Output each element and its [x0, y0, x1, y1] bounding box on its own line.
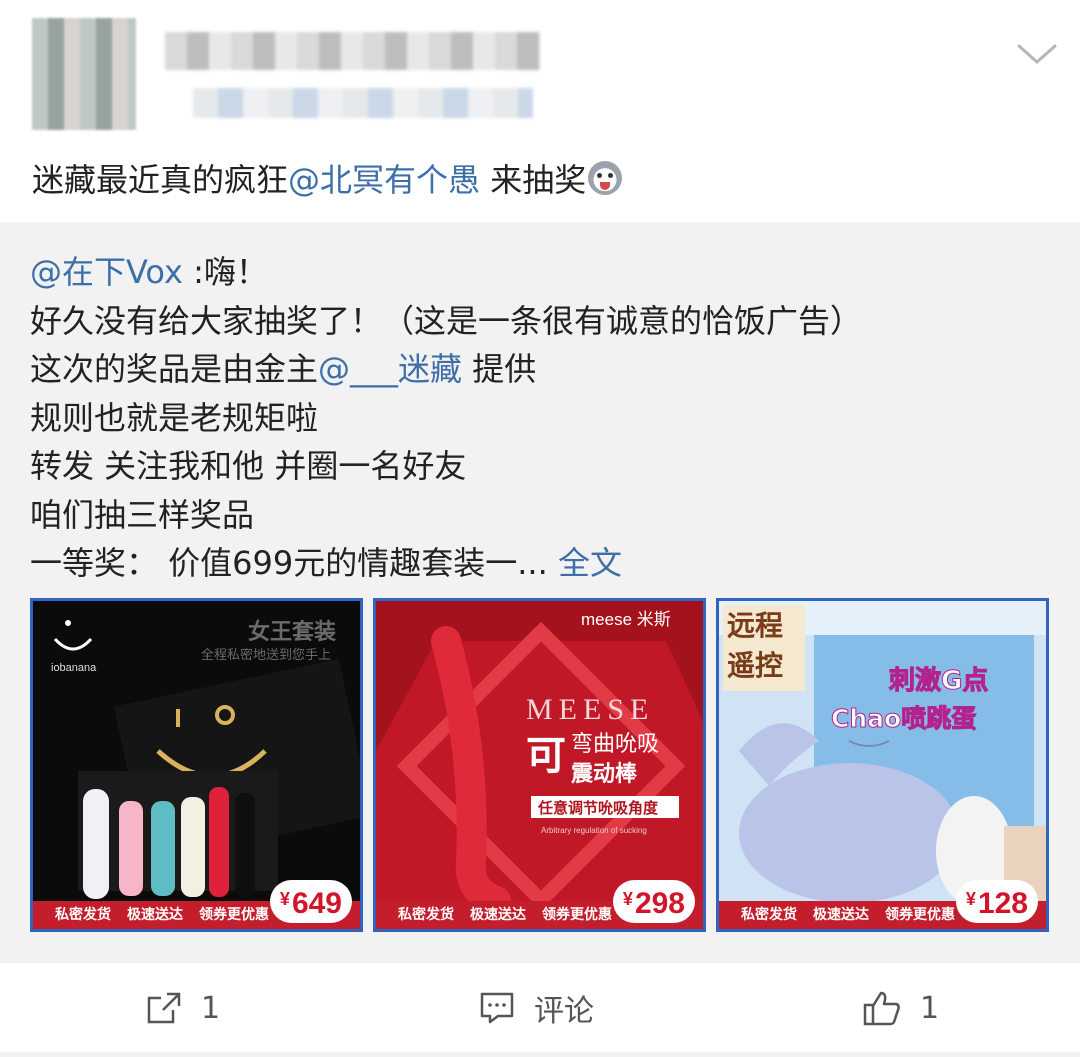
- chevron-down-icon[interactable]: [1015, 38, 1059, 68]
- repost-line-6: 咱们抽三样奖品: [30, 495, 255, 534]
- price-tag: ¥298: [612, 880, 695, 923]
- price-tag: ¥649: [269, 880, 352, 923]
- product-subtitle: 全程私密地送到您手上: [201, 647, 331, 663]
- repost-box[interactable]: @在下Vox :嗨！ 好久没有给大家抽奖了！（这是一条很有诚意的恰饭广告） 这次…: [0, 222, 1080, 962]
- post-text-tail: 来抽奖: [480, 161, 587, 199]
- sub-caption-en: Arbitrary regulation of sucking: [541, 826, 647, 835]
- repost-line-5: 转发 关注我和他 并圈一名好友: [30, 447, 467, 485]
- post-text: 迷藏最近真的疯狂@北冥有个愚 来抽奖: [32, 157, 623, 203]
- repost-line-7: 一等奖： 价值699元的情趣套装一...: [30, 544, 548, 582]
- repost-line-4: 规则也就是老规矩啦: [30, 398, 319, 437]
- action-bar: 1 评论 1: [0, 962, 1080, 1052]
- product-title: 女王套装: [248, 619, 336, 645]
- thumbs-up-icon: [863, 991, 900, 1026]
- repost-line-3-prefix: 这次的奖品是由金主: [30, 350, 319, 388]
- repost-count: 1: [201, 990, 221, 1026]
- headline-1: 刺激G点: [889, 665, 988, 696]
- like-count: 1: [920, 990, 940, 1026]
- repost-icon: [147, 992, 181, 1024]
- mention-link[interactable]: @北冥有个愚: [288, 161, 480, 199]
- brand-big: MEESE: [526, 693, 654, 726]
- expand-full-text-link[interactable]: 全文: [558, 544, 622, 582]
- repost-button[interactable]: 1: [145, 987, 220, 1029]
- sponsor-mention[interactable]: @___迷藏: [318, 350, 462, 388]
- repost-text: @在下Vox :嗨！ 好久没有给大家抽奖了！（这是一条很有诚意的恰饭广告） 这次…: [30, 248, 862, 588]
- repost-line-2: 好久没有给大家抽奖了！（这是一条很有诚意的恰饭广告）: [30, 301, 863, 340]
- product-image-2[interactable]: meese 米斯 MEESE 可 弯曲吮吸 震动棒 任意调节吮吸角度 Arbit…: [373, 598, 706, 932]
- username-blurred[interactable]: [165, 32, 540, 70]
- tag-line-2: 遥控: [727, 649, 783, 682]
- repost-line-3-suffix: 提供: [462, 350, 537, 388]
- image-grid: iobanana 女王套装 全程私密地送到您手上 私密发货 极速送达 领券更优惠 ¥…: [30, 598, 1050, 932]
- brand-label: meese 米斯: [581, 610, 671, 629]
- headline-3: 震动棒: [571, 762, 638, 787]
- headline-2: Chao喷跳蛋: [831, 704, 976, 733]
- repost-author-mention[interactable]: @在下Vox: [30, 253, 183, 291]
- tag-line-1: 远程: [727, 609, 783, 642]
- like-button[interactable]: 1: [862, 987, 939, 1029]
- product-image-1[interactable]: iobanana 女王套装 全程私密地送到您手上 私密发货 极速送达 领券更优惠 ¥…: [30, 598, 363, 932]
- repost-line-1: :嗨！: [182, 253, 268, 291]
- post-text-main: 迷藏最近真的疯狂: [32, 161, 289, 199]
- comment-label: 评论: [534, 994, 594, 1029]
- brand-label: iobanana: [51, 662, 97, 674]
- comment-button[interactable]: 评论: [478, 987, 594, 1029]
- divider: [0, 1052, 1080, 1057]
- comment-icon: [480, 992, 514, 1024]
- headline-1: 可: [526, 733, 566, 779]
- post-meta-blurred: [193, 88, 533, 118]
- post-header: [0, 0, 1080, 150]
- price-tag: ¥128: [955, 880, 1038, 923]
- husky-emoji-icon: [588, 161, 623, 195]
- sub-caption: 任意调节吮吸角度: [537, 799, 659, 817]
- avatar[interactable]: [32, 18, 136, 130]
- product-image-3[interactable]: 远程 遥控 刺激G点 Chao喷跳蛋 私密发货 极速送达 领券更优惠 ¥128: [716, 598, 1049, 932]
- headline-2: 弯曲吮吸: [571, 732, 659, 757]
